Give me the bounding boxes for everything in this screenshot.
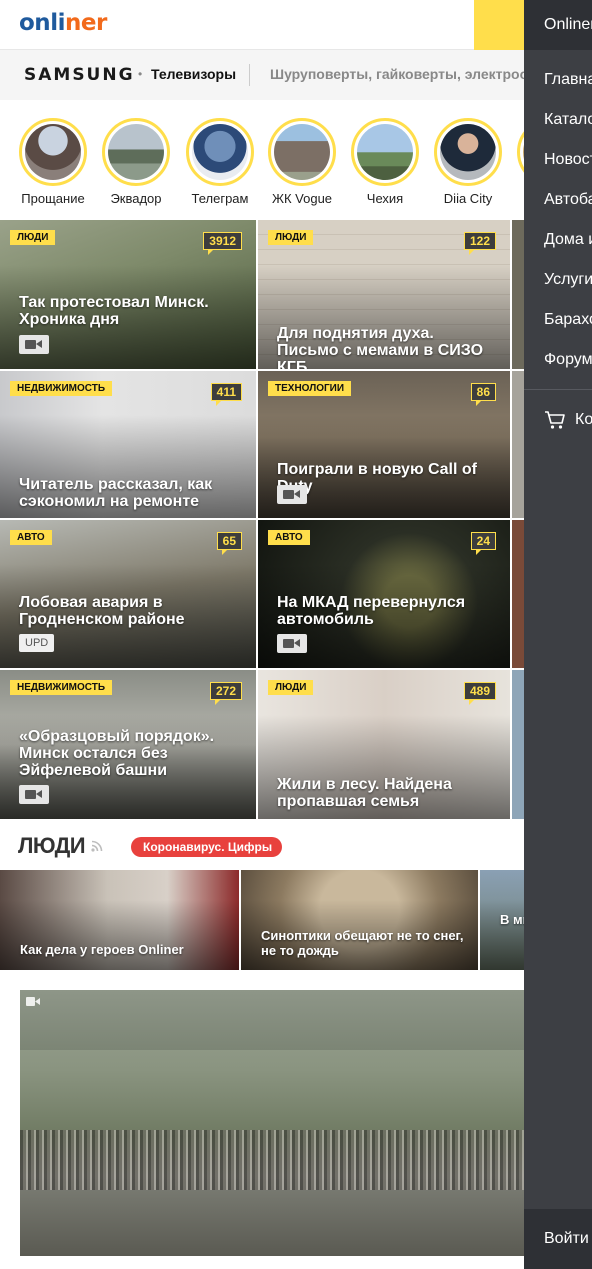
comments-count[interactable]: 86	[470, 383, 496, 406]
promo-dot: •	[138, 67, 143, 81]
news-strip-tile[interactable]: Как дела у героев Onliner	[0, 870, 239, 970]
video-icon	[277, 634, 307, 653]
story-label: Прощание	[21, 191, 85, 206]
covid-stats-pill[interactable]: Коронавирус. Цифры	[131, 837, 283, 857]
comments-count[interactable]: 3912	[203, 232, 242, 255]
side-menu-item-services[interactable]: Услуги	[544, 271, 592, 289]
news-strip-tile[interactable]: В ми отра госп	[480, 870, 524, 970]
news-title[interactable]: «Образцовый порядок». Минск остался без …	[19, 728, 242, 779]
side-menu-cart-label[interactable]: Корзина	[575, 411, 592, 429]
section-title[interactable]: ЛЮДИ	[18, 833, 86, 859]
story-item[interactable]: Прощание	[13, 118, 93, 206]
news-title[interactable]: На МКАД перевернулся автомобиль	[277, 594, 496, 628]
side-menu-item-auto[interactable]: Автобарахолка	[544, 191, 592, 209]
story-item[interactable]: Телеграм	[180, 118, 260, 206]
news-tile[interactable]: Технологии 86 Поиграли в новую Call of D…	[258, 371, 510, 518]
side-menu-item-catalog[interactable]: Каталог	[544, 111, 592, 129]
update-badge: UPD	[19, 634, 55, 652]
onliner-logo[interactable]: onliner	[19, 10, 107, 36]
news-tile[interactable]: Недвижимость 272 «Образцовый порядок». М…	[0, 670, 256, 819]
comments-count[interactable]: 489	[463, 682, 496, 705]
category-tag[interactable]: Недвижимость	[10, 680, 113, 695]
comments-count[interactable]: 272	[209, 682, 242, 705]
login-button[interactable]: Войти	[544, 1230, 589, 1248]
category-tag[interactable]: Люди	[268, 230, 314, 245]
news-title[interactable]: Лобовая авария в Гродненском районе	[19, 594, 242, 628]
side-menu-item-forum[interactable]: Форум	[544, 351, 592, 369]
side-menu-brand[interactable]: Onliner	[544, 16, 592, 34]
samsung-brand-link[interactable]: SAMSUNG	[24, 65, 135, 85]
news-title[interactable]: Читатель рассказал, как сэкономил на рем…	[19, 476, 242, 510]
side-menu-item-realty[interactable]: Дома и квартиры	[544, 231, 592, 249]
story-label: Эквадор	[110, 191, 162, 206]
side-menu-divider	[524, 389, 592, 390]
promo-divider	[249, 64, 250, 86]
side-menu: Onliner Главная Каталог Новости Автобара…	[524, 0, 592, 1269]
comments-count[interactable]: 122	[463, 232, 496, 255]
video-icon	[19, 335, 49, 354]
side-menu-item-news[interactable]: Новости	[544, 151, 592, 169]
news-title[interactable]: Для поднятия духа. Письмо с мемами в СИЗ…	[277, 325, 496, 369]
cart-icon[interactable]	[544, 410, 566, 430]
side-menu-item-main[interactable]: Главная	[544, 71, 592, 89]
video-icon	[277, 485, 307, 504]
news-title[interactable]: Как дела у героев Onliner	[20, 942, 225, 957]
video-icon	[19, 785, 49, 804]
news-title[interactable]: Так протестовал Минск. Хроника дня	[19, 294, 242, 328]
news-title[interactable]: Синоптики обещают не то снег, не то дожд…	[261, 928, 464, 958]
promo-category-link[interactable]: Телевизоры	[151, 66, 236, 82]
rss-icon[interactable]	[91, 840, 103, 852]
header-action-button[interactable]	[474, 0, 524, 50]
news-tile-partial[interactable]	[512, 520, 524, 668]
category-tag[interactable]: Технологии	[268, 381, 352, 396]
news-strip-tile[interactable]: Синоптики обещают не то снег, не то дожд…	[241, 870, 478, 970]
story-thumbnail	[357, 124, 413, 180]
news-tile-partial[interactable]	[512, 670, 524, 819]
stories-row: Прощание Эквадор Телеграм ЖК Vogue Чехия…	[0, 100, 524, 220]
side-menu-item-baraholka[interactable]: Барахолка	[544, 311, 592, 329]
story-item[interactable]: Diia City	[428, 118, 508, 206]
category-tag[interactable]: Авто	[268, 530, 310, 545]
video-icon	[26, 997, 40, 1006]
comments-count[interactable]: 411	[210, 383, 242, 406]
promo-bar: SAMSUNG • Телевизоры Шуруповерты, гайков…	[0, 50, 524, 100]
story-label: Чехия	[366, 191, 404, 206]
story-item[interactable]	[511, 118, 524, 186]
news-tile[interactable]: Люди 3912 Так протестовал Минск. Хроника…	[0, 220, 256, 369]
news-tile[interactable]: Люди 489 Жили в лесу. Найдена пропавшая …	[258, 670, 510, 819]
news-tile-partial[interactable]	[512, 371, 524, 518]
news-tile[interactable]: Недвижимость 411 Читатель рассказал, как…	[0, 371, 256, 518]
story-item[interactable]: Эквадор	[96, 118, 176, 206]
story-item[interactable]: Чехия	[345, 118, 425, 206]
news-title[interactable]: Поиграли в новую Call of Duty	[277, 461, 496, 495]
category-tag[interactable]: Недвижимость	[10, 381, 113, 396]
category-tag[interactable]: Люди	[10, 230, 56, 245]
header: onliner	[0, 0, 524, 50]
promo-more-link[interactable]: Шуруповерты, гайковерты, электроот	[270, 66, 524, 82]
story-label: Телеграм	[191, 191, 249, 206]
news-title[interactable]: В ми отра госп	[500, 912, 524, 927]
story-label: Diia City	[443, 191, 493, 206]
comments-count[interactable]: 65	[216, 532, 242, 555]
news-title[interactable]: Жили в лесу. Найдена пропавшая семья	[277, 776, 496, 810]
story-thumbnail	[25, 124, 81, 180]
story-thumbnail	[274, 124, 330, 180]
news-tile[interactable]: Авто 24 На МКАД перевернулся автомобиль	[258, 520, 510, 668]
category-tag[interactable]: Авто	[10, 530, 52, 545]
story-thumbnail	[440, 124, 496, 180]
story-label: ЖК Vogue	[271, 191, 333, 206]
story-item[interactable]: ЖК Vogue	[262, 118, 342, 206]
category-tag[interactable]: Люди	[268, 680, 314, 695]
news-tile[interactable]: Люди 122 Для поднятия духа. Письмо с мем…	[258, 220, 510, 369]
story-thumbnail	[108, 124, 164, 180]
news-tile[interactable]: Авто 65 Лобовая авария в Гродненском рай…	[0, 520, 256, 668]
story-thumbnail	[192, 124, 248, 180]
comments-count[interactable]: 24	[470, 532, 496, 555]
news-tile-partial[interactable]	[512, 220, 524, 369]
featured-news-image[interactable]	[20, 990, 524, 1256]
